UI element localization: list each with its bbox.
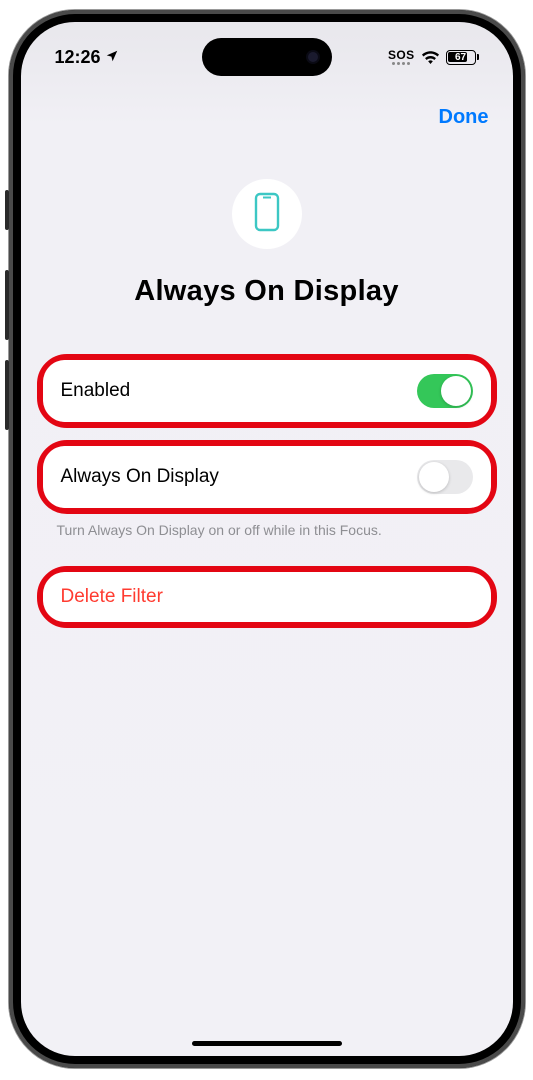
dynamic-island <box>202 38 332 76</box>
nav-bar: Done <box>21 78 513 139</box>
aod-row[interactable]: Always On Display <box>43 446 491 508</box>
done-button[interactable]: Done <box>439 106 489 129</box>
screen: 12:26 SOS 67 <box>21 22 513 1056</box>
highlight-enabled: Enabled <box>37 354 497 428</box>
location-icon <box>105 47 119 68</box>
icon-circle <box>232 179 302 249</box>
battery-icon: 67 <box>446 50 479 65</box>
header-section: Always On Display <box>21 139 513 354</box>
sos-indicator: SOS <box>388 49 415 65</box>
page-title: Always On Display <box>41 275 493 308</box>
delete-filter-row[interactable]: Delete Filter <box>43 572 491 622</box>
toggle-knob <box>419 462 449 492</box>
highlight-aod: Always On Display <box>37 440 497 514</box>
status-left: 12:26 <box>55 47 119 68</box>
aod-label: Always On Display <box>61 466 219 488</box>
status-right: SOS 67 <box>388 49 479 65</box>
toggle-knob <box>441 376 471 406</box>
wifi-icon <box>421 50 440 64</box>
enabled-toggle[interactable] <box>417 374 473 408</box>
enabled-row[interactable]: Enabled <box>43 360 491 422</box>
aod-toggle[interactable] <box>417 460 473 494</box>
content-area: Enabled Always On Display Turn Always On… <box>21 354 513 628</box>
highlight-delete: Delete Filter <box>37 566 497 628</box>
status-time: 12:26 <box>55 47 101 68</box>
phone-icon <box>254 192 280 237</box>
aod-footer-text: Turn Always On Display on or off while i… <box>37 516 497 566</box>
phone-frame: 12:26 SOS 67 <box>9 10 525 1068</box>
delete-filter-label: Delete Filter <box>61 586 163 608</box>
home-indicator[interactable] <box>192 1041 342 1046</box>
enabled-label: Enabled <box>61 380 131 402</box>
